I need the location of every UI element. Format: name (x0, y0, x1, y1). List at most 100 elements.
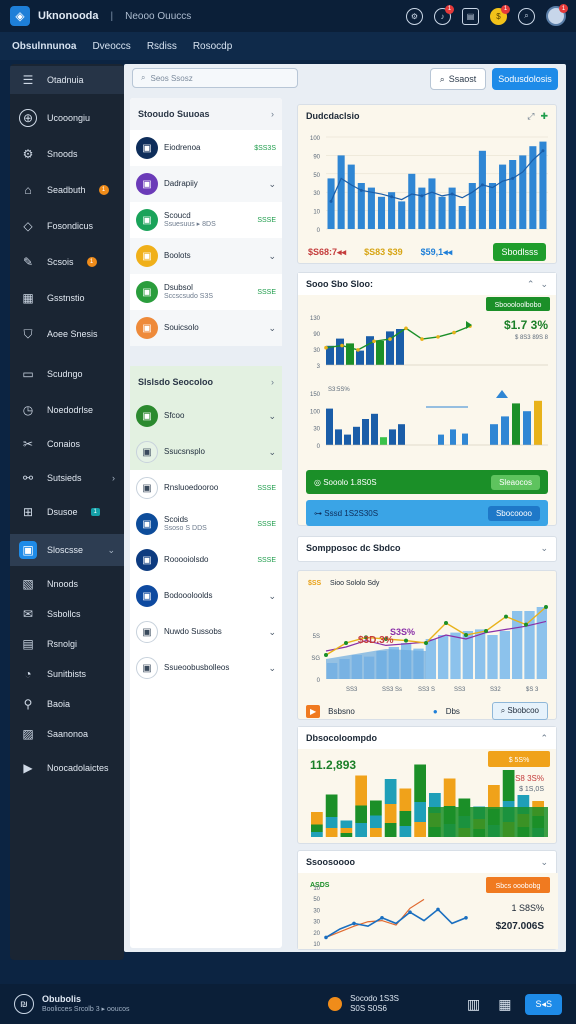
sidebar-item-19[interactable]: ▨ Saanonoa (10, 718, 124, 750)
chevron-down-icon[interactable]: ⌄ (268, 591, 276, 602)
menu-item-2[interactable]: Rsdiss (147, 41, 177, 52)
stacked-bar (399, 788, 412, 811)
sidebar-item-13[interactable]: ▣ Sloscsse ⌄ (10, 534, 124, 566)
chevron-up-icon[interactable]: ⌃ (527, 279, 535, 290)
green-summary-label: Sooolo 1.8S0S (323, 477, 377, 487)
trend-bar (450, 632, 461, 679)
bar (408, 173, 416, 229)
sidebar-item-11[interactable]: ⚯ Sutsieds › (10, 462, 124, 494)
sidebar-item-label: Scsois (47, 257, 74, 267)
list-item[interactable]: ▣ Rooooiolsdo SSSE (130, 542, 282, 578)
analytics-sub-value: $ 8S3 89S 8 (515, 335, 549, 341)
chevron-down-icon[interactable]: ⌄ (540, 857, 548, 868)
list-header-2[interactable]: Slslsdo Seocoloo › (130, 366, 282, 398)
chat-icon[interactable]: ▤ (462, 7, 479, 25)
search-button[interactable]: ⌕ Ssaost (430, 68, 486, 90)
list-item[interactable]: ▣ Ssucsnsplo ⌄ (130, 434, 282, 470)
trend-action-button[interactable]: ⌕ Sbobcoo (491, 702, 548, 720)
bar (398, 201, 406, 229)
sidebar-item-14[interactable]: ▧ Nnoods (10, 568, 124, 600)
list-item[interactable]: ▣ Nuwdo Sussobs ⌄ (130, 614, 282, 650)
list-item[interactable]: ▣ Rnsluoedooroo SSSE (130, 470, 282, 506)
y-tick: 130 (310, 316, 321, 322)
top-line-point (404, 326, 408, 331)
status-action-button[interactable]: S◂S (525, 993, 562, 1015)
bar (377, 196, 386, 229)
sidebar-item-3[interactable]: ⌂ Seadbuth 1 (10, 174, 124, 206)
chevron-down-icon[interactable]: ⌄ (268, 411, 276, 422)
primary-action-button[interactable]: Sodusdolosis (492, 68, 558, 90)
menu-bar: Obsulnnunoa Dveoccs Rsdiss Rosocdp (0, 32, 576, 60)
card-comparison[interactable]: Sompposoc dc Sbdco ⌄ (297, 536, 557, 562)
sidebar-item-4[interactable]: ◇ Fosondicus (10, 210, 124, 242)
menu-item-0[interactable]: Obsulnnunoa (12, 41, 76, 52)
menu-item-3[interactable]: Rosocdp (193, 41, 232, 52)
list-item[interactable]: ▣ Eiodrenoa $SS3S (130, 130, 282, 166)
sidebar-item-5[interactable]: ✎ Scsois 1 (10, 246, 124, 278)
green-summary-button[interactable]: Sleaocos (491, 474, 540, 490)
sidebar-item-6[interactable]: ▦ Gsstnstio (10, 282, 124, 314)
sidebar-item-15[interactable]: ✉ Ssbollcs (10, 598, 124, 630)
list-item[interactable]: ▣ Boolots ⌄ (130, 238, 282, 274)
expand-icon[interactable]: ⤢ (527, 111, 534, 122)
chevron-up-icon[interactable]: ⌃ (540, 733, 548, 744)
sidebar-item-10[interactable]: ✂ Conaios (10, 428, 124, 460)
add-icon[interactable]: ✚ (540, 111, 548, 122)
chevron-down-icon[interactable]: ⌄ (268, 251, 276, 262)
sidebar-item-12[interactable]: ⊞ Dsusoe 1 (10, 496, 124, 528)
bar (428, 178, 436, 229)
sidebar-item-7[interactable]: ⛉ Aoee Snesis (10, 318, 124, 350)
menu-item-1[interactable]: Dveoccs (92, 41, 130, 52)
layout-icon[interactable]: ▦ (498, 996, 511, 1013)
list-item[interactable]: ▣ Sfcoo ⌄ (130, 398, 282, 434)
list-header[interactable]: Stooudo Suuoas › (130, 98, 282, 130)
sidebar-item-1[interactable]: ⊕ Ucooongiu (10, 102, 124, 134)
card-trend: $SS Sioo Sololo Sdy 5S SG 0 $3D.3% S3S% SS3 SS3 … (297, 570, 557, 720)
avatar[interactable]: 1 (546, 4, 568, 26)
book-icon[interactable]: ▥ (467, 996, 480, 1013)
sidebar-item-9[interactable]: ◷ Noedodrlse (10, 394, 124, 426)
sidebar-item-20[interactable]: ▶ Noocadolaictes (10, 752, 124, 784)
chevron-down-icon[interactable]: ⌄ (540, 543, 548, 554)
item-subtitle: Sccscsudo S3S (164, 292, 214, 300)
sidebar-item-18[interactable]: ⚲ Baoia (10, 688, 124, 720)
avatar-badge: 1 (559, 4, 568, 13)
sidebar-item-8[interactable]: ▭ Scudngo (10, 358, 124, 390)
card-overview-button[interactable]: Sbodlsss (493, 243, 546, 261)
list-item[interactable]: ▣ Souicsolo ⌄ (130, 310, 282, 346)
chevron-down-icon[interactable]: ⌄ (268, 447, 276, 458)
list-item[interactable]: ▣ Scoucd Ssuesuus ▸ 8DS SSSE (130, 202, 282, 238)
folder-icon: ▣ (19, 541, 37, 559)
play-icon[interactable]: ▶ (306, 704, 321, 718)
sidebar-item-2[interactable]: ⚙ Snoods (10, 138, 124, 170)
blue-summary-button[interactable]: Sbocoooo (487, 505, 540, 521)
sidebar-item-label: Snoods (47, 149, 78, 159)
list-item[interactable]: ▣ Scoids Ssoso S DDS SSSE (130, 506, 282, 542)
bar (327, 178, 335, 229)
sidebar-item-17[interactable]: ◔ Sunitbists (10, 658, 124, 690)
sidebar-item-0[interactable]: ☰ Otadnuia (10, 66, 124, 94)
search-input[interactable]: ⌕ Seos Ssosz (132, 68, 298, 88)
list-item[interactable]: ▣ Dadrapiiy ⌄ (130, 166, 282, 202)
chevron-down-icon[interactable]: ⌄ (268, 663, 276, 674)
list-item[interactable]: ▣ Dsubsol Sccscsudo S3S SSSE (130, 274, 282, 310)
arrow-head (466, 321, 472, 329)
chevron-down-icon[interactable]: ⌄ (268, 179, 276, 190)
notification-icon[interactable]: ♪ 1 (434, 4, 454, 25)
search-icon[interactable]: ⌕ (518, 7, 535, 25)
line-point (541, 149, 545, 153)
stacked-bar (399, 811, 412, 826)
chevron-down-icon[interactable]: ⌄ (268, 627, 276, 638)
sidebar-item-label: Ucooongiu (47, 113, 91, 123)
sidebar-item-16[interactable]: ▤ Rsnolgi (10, 628, 124, 660)
y-tick: 30 (313, 191, 320, 197)
list-item[interactable]: ▣ Ssueoobusbolleos ⌄ (130, 650, 282, 686)
chevron-down-icon[interactable]: ⌄ (268, 323, 276, 334)
chevron-down-icon[interactable]: ⌄ (540, 279, 548, 290)
list-item[interactable]: ▣ Bodoooloolds ⌄ (130, 578, 282, 614)
account-icon[interactable]: ₪ (14, 994, 34, 1014)
coin-icon[interactable]: $1 (490, 4, 510, 25)
card-analytics: Sooo Sbo Sloo: ⌃ ⌄ Sboooloolbobo $1.7 3% $ 8… (297, 272, 557, 526)
stacked-bar (384, 804, 397, 823)
settings-icon[interactable]: ⚙ (406, 7, 423, 25)
